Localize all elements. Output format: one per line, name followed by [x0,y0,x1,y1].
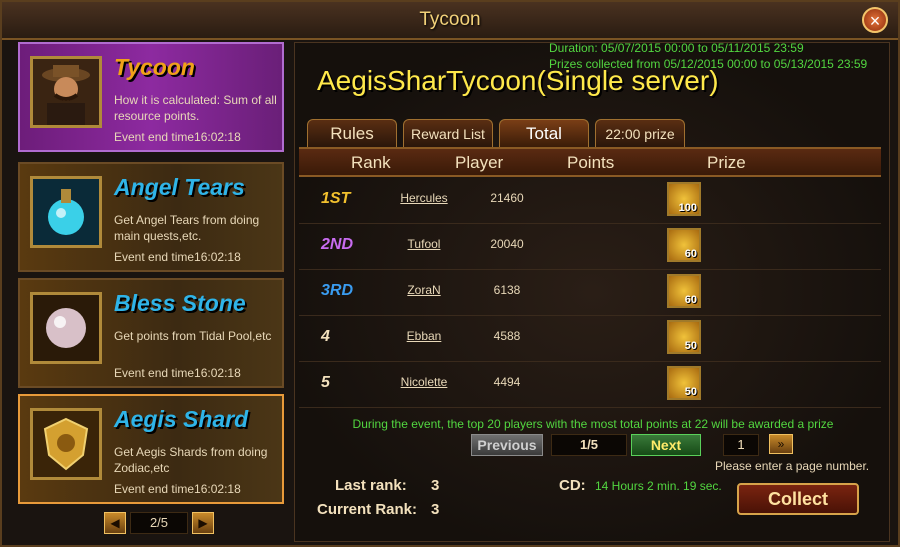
prize-chest-icon[interactable]: 50 [667,366,701,400]
tab-total[interactable]: Total [499,119,589,147]
event-name: Angel Tears [114,174,245,200]
prize-quantity: 60 [684,294,697,306]
rank-cell: 3RD [321,282,354,299]
go-page-icon[interactable]: » [769,434,793,454]
points-cell: 4494 [493,375,521,389]
collect-button[interactable]: Collect [737,483,859,515]
player-link[interactable]: ZoraN [395,283,453,297]
event-name: Aegis Shard [114,406,249,432]
header-player: Player [455,153,504,172]
player-link[interactable]: Ebban [395,329,453,343]
page-number-input[interactable]: 1 [723,434,759,456]
points-cell: 21460 [490,191,524,205]
cd-countdown: 14 Hours 2 min. 19 sec. [595,479,722,493]
table-row: 4 Ebban 4588 50 [299,315,881,362]
event-description: Get Aegis Shards from doing Zodiac,etc [114,445,268,475]
rank-cell: 4 [321,328,330,345]
rank-cell: 2ND [321,236,354,253]
prev-arrow-icon[interactable]: ◀ [104,512,126,534]
tab-22-prize[interactable]: 22:00 prize [595,119,685,147]
event-time: Event end time16:02:18 [114,250,241,264]
header-rank: Rank [351,153,391,172]
table-row: 1ST Hercules 21460 100 [299,177,881,224]
cd-label: CD: [559,477,586,494]
event-card-angel-tears[interactable]: Angel Tears Get Angel Tears from doing m… [18,162,284,272]
prize-chest-icon[interactable]: 50 [667,320,701,354]
event-description: Get Angel Tears from doing main quests,e… [114,213,260,243]
prize-chest-icon[interactable]: 60 [667,228,701,262]
previous-button[interactable]: Previous [471,434,543,456]
next-arrow-icon[interactable]: ▶ [192,512,214,534]
prize-chest-icon[interactable]: 100 [667,182,701,216]
tab-rules[interactable]: Rules [307,119,397,147]
event-time: Event end time16:02:18 [114,130,241,144]
award-note: During the event, the top 20 players wit… [352,417,834,431]
header-points: Points [567,153,615,172]
event-description: How it is calculated: Sum of all resourc… [114,93,277,123]
table-row: 2ND Tufool 20040 60 [299,223,881,270]
prize-quantity: 50 [684,386,697,398]
page-hint: Please enter a page number. [715,459,870,473]
event-list: Tycoon How it is calculated: Sum of all … [16,42,288,538]
title-bar: Tycoon × [2,2,898,40]
tycoon-portrait-icon [30,56,102,128]
event-time: Event end time16:02:18 [114,366,241,380]
current-rank-value: 3 [431,501,440,518]
prize-quantity: 60 [684,248,697,260]
player-link[interactable]: Hercules [395,191,453,205]
event-description: Get points from Tidal Pool,etc [114,329,272,343]
event-page-indicator: 2/5 [130,512,188,534]
player-link[interactable]: Tufool [395,237,453,251]
points-cell: 6138 [493,283,521,297]
next-button[interactable]: Next [631,434,701,456]
table-row: 3RD ZoraN 6138 60 [299,269,881,316]
event-pager: ◀ 2/5 ▶ [104,512,214,534]
potion-icon [30,176,102,248]
event-card-tycoon[interactable]: Tycoon How it is calculated: Sum of all … [18,42,284,152]
event-title: AegisSharTycoon(Single server) [317,65,719,96]
prize-chest-icon[interactable]: 60 [667,274,701,308]
rank-cell: 1ST [321,190,351,207]
window-title: Tycoon [419,9,481,30]
current-rank-label: Current Rank: [317,501,418,518]
tab-reward-list[interactable]: Reward List [403,119,493,147]
event-card-aegis-shard[interactable]: Aegis Shard Get Aegis Shards from doing … [18,394,284,504]
pearl-icon [30,292,102,364]
last-rank-value: 3 [431,477,440,494]
event-detail-panel: Duration: 05/07/2015 00:00 to 05/11/2015… [294,41,890,542]
last-rank-label: Last rank: [335,477,407,494]
event-name: Bless Stone [114,290,246,316]
player-link[interactable]: Nicolette [395,375,453,389]
prize-quantity: 100 [678,202,697,214]
event-name: Tycoon [114,54,195,80]
event-card-bless-stone[interactable]: Bless Stone Get points from Tidal Pool,e… [18,278,284,388]
header-prize: Prize [707,153,746,172]
tycoon-window: Tycoon × Tycoon How it is calculated: Su… [0,0,900,547]
page-indicator: 1/5 [551,434,627,456]
table-header: Rank Player Points Prize [299,147,881,177]
table-row: 5 Nicolette 4494 50 [299,361,881,408]
shield-icon [30,408,102,480]
duration-text: Duration: 05/07/2015 00:00 to 05/11/2015… [549,41,804,55]
points-cell: 4588 [493,329,521,343]
prize-quantity: 50 [684,340,697,352]
event-time: Event end time16:02:18 [114,482,241,496]
points-cell: 20040 [490,237,524,251]
close-icon[interactable]: × [862,7,888,33]
rank-cell: 5 [321,374,330,391]
